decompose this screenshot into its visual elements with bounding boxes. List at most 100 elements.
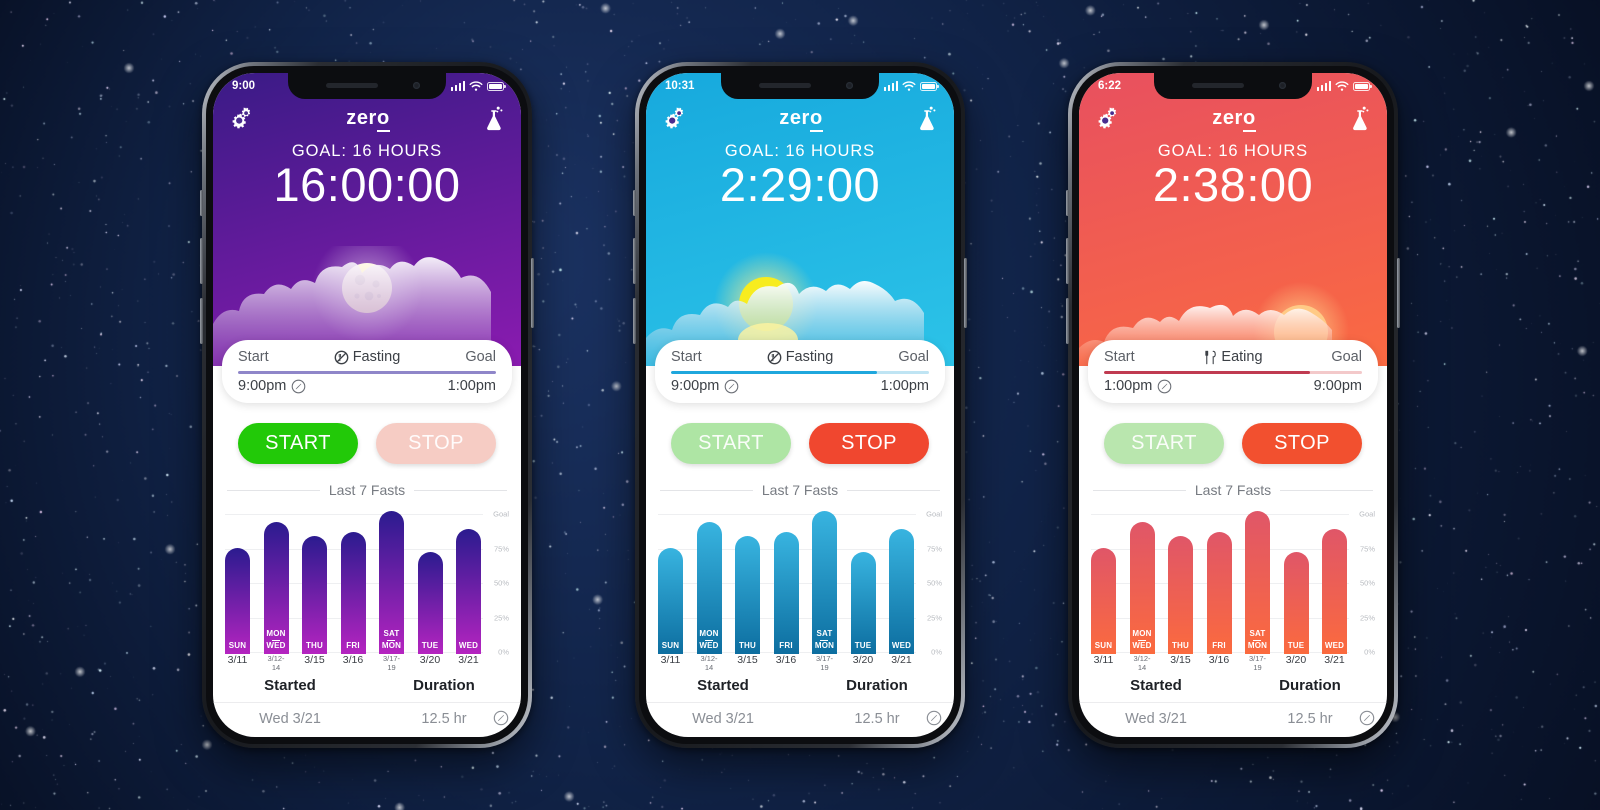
- chart-bar[interactable]: SUN: [225, 547, 250, 654]
- bar-day-label: SUN: [661, 640, 680, 650]
- volume-up-button[interactable]: [1066, 238, 1069, 284]
- table-header-row: Started Duration: [1079, 670, 1387, 703]
- volume-down-button[interactable]: [1066, 298, 1069, 344]
- last-7-fasts-chart: 0% 25% 50% 75% Goal SUN MONWED THU FRI: [658, 504, 942, 672]
- fast-timer: 16:00:00: [273, 158, 461, 211]
- bar-day-label: THU: [738, 640, 757, 650]
- chart-bar[interactable]: TUE: [417, 551, 443, 654]
- start-time-group[interactable]: 9:00pm: [671, 378, 739, 394]
- start-time-group[interactable]: 9:00pm: [238, 378, 306, 394]
- chart-bar[interactable]: MON WED: [696, 522, 722, 654]
- chart-bar[interactable]: SAT MON: [1245, 511, 1270, 654]
- table-row[interactable]: Wed 3/21 12.5 hr: [646, 703, 954, 731]
- chart-x-axis: 3/11 3/12-14 3/15 3/16 3/17-19 3/20 3/21: [225, 654, 481, 672]
- chart-bar[interactable]: FRI: [773, 531, 799, 654]
- chart-bar[interactable]: SAT MON: [812, 511, 837, 654]
- fast-status-card[interactable]: Start Eating Goal 1:00pm 9:00pm: [1088, 340, 1378, 404]
- chart-bar[interactable]: SAT MON: [379, 511, 404, 654]
- fast-progress-fill: [671, 371, 878, 375]
- card-bottom-row: 9:00pm 1:00pm: [671, 378, 929, 394]
- settings-button[interactable]: [229, 107, 253, 129]
- goal-label-card: Goal: [898, 349, 929, 365]
- volume-down-button[interactable]: [633, 298, 636, 344]
- stop-button[interactable]: STOP: [376, 423, 496, 465]
- start-button[interactable]: START: [671, 423, 791, 465]
- chart-bar[interactable]: WED: [456, 528, 481, 654]
- table-row[interactable]: Wed 3/21 12.5 hr: [1079, 703, 1387, 731]
- no-food-icon: [334, 350, 349, 364]
- chart-bar[interactable]: THU: [735, 535, 760, 654]
- action-buttons: START STOP: [213, 403, 521, 465]
- status-bar-indicators: [450, 80, 506, 92]
- start-time-group[interactable]: 1:00pm: [1104, 378, 1172, 394]
- bar-day-label: SUN: [228, 640, 247, 650]
- mute-switch[interactable]: [633, 190, 636, 216]
- lab-button[interactable]: [916, 105, 938, 131]
- bar-day-label: THU: [305, 640, 324, 650]
- x-axis-tick-label: 3/12-14: [1133, 654, 1151, 672]
- chart-x-axis: 3/11 3/12-14 3/15 3/16 3/17-19 3/20 3/21: [658, 654, 914, 672]
- goal-time: 1:00pm: [447, 378, 496, 395]
- phone-sunset: 6:22 zero GOAL: 16 HOURS 2:38:00 Start E…: [1066, 62, 1400, 748]
- column-header-duration: Duration: [846, 677, 908, 694]
- chart-bar[interactable]: WED: [1322, 528, 1347, 654]
- cell-started: Wed 3/21: [692, 711, 754, 727]
- fast-progress-fill: [1104, 371, 1311, 375]
- card-top-row: Start Fasting Goal: [671, 349, 929, 365]
- card-bottom-row: 9:00pm 1:00pm: [238, 378, 496, 394]
- row-edit-button[interactable]: [1359, 710, 1375, 726]
- x-axis-tick-label: 3/15: [304, 654, 325, 666]
- fast-status-card[interactable]: Start Fasting Goal 9:00pm 1:00pm: [655, 340, 945, 404]
- app-bar: zero: [213, 99, 521, 137]
- mute-switch[interactable]: [1066, 190, 1069, 216]
- flask-icon: [920, 106, 936, 131]
- wifi-icon: [902, 80, 916, 91]
- brand-underlined-o: o: [809, 106, 823, 132]
- column-header-started: Started: [697, 677, 749, 694]
- start-button[interactable]: START: [238, 423, 358, 465]
- fast-status-card[interactable]: Start Fasting Goal 9:00pm 1:00pm: [222, 340, 512, 404]
- settings-button[interactable]: [1095, 107, 1119, 129]
- brand-text: zer: [779, 106, 810, 129]
- chart-bar[interactable]: THU: [1168, 535, 1193, 654]
- power-button[interactable]: [1397, 258, 1400, 328]
- edit-pencil-icon: [292, 379, 306, 394]
- action-buttons: START STOP: [646, 403, 954, 465]
- mute-switch[interactable]: [200, 190, 203, 216]
- row-edit-button[interactable]: [493, 710, 509, 726]
- card-top-row: Start Fasting Goal: [238, 349, 496, 365]
- power-button[interactable]: [531, 258, 534, 328]
- lab-button[interactable]: [1349, 105, 1371, 131]
- chart-bar[interactable]: SUN: [1091, 547, 1116, 654]
- volume-down-button[interactable]: [200, 298, 203, 344]
- start-label: Start: [1104, 349, 1135, 365]
- chart-bar[interactable]: FRI: [1206, 531, 1232, 654]
- fast-progress-bar: [238, 371, 496, 375]
- chart-title: Last 7 Fasts: [328, 482, 406, 499]
- volume-up-button[interactable]: [200, 238, 203, 284]
- chart-bar[interactable]: THU: [302, 535, 327, 654]
- chart-bar[interactable]: WED: [889, 528, 914, 654]
- stop-button[interactable]: STOP: [1242, 423, 1362, 465]
- phone-night: 9:00 zero GOAL: 16 HOURS 16:00:00 Start …: [200, 62, 534, 748]
- row-edit-button[interactable]: [926, 710, 942, 726]
- chart-bar[interactable]: TUE: [850, 551, 876, 654]
- start-button[interactable]: START: [1104, 423, 1224, 465]
- x-axis-tick-label: 3/17-19: [815, 654, 834, 672]
- chart-bar[interactable]: FRI: [340, 531, 366, 654]
- settings-button[interactable]: [662, 107, 686, 129]
- chart-bar[interactable]: TUE: [1283, 551, 1309, 654]
- chart-bar[interactable]: MON WED: [263, 522, 289, 654]
- chart-bar[interactable]: MON WED: [1129, 522, 1155, 654]
- status-bar-indicators: [883, 80, 939, 92]
- chart-bar[interactable]: SUN: [658, 547, 683, 654]
- power-button[interactable]: [964, 258, 967, 328]
- column-header-started: Started: [1130, 677, 1182, 694]
- signal-bars-icon: [883, 81, 898, 91]
- table-row[interactable]: Wed 3/21 12.5 hr: [213, 703, 521, 731]
- bar-day-label: TUE: [854, 640, 872, 650]
- lab-button[interactable]: [483, 105, 505, 131]
- volume-up-button[interactable]: [633, 238, 636, 284]
- stop-button[interactable]: STOP: [809, 423, 929, 465]
- x-axis-tick-label: 3/20: [852, 654, 874, 666]
